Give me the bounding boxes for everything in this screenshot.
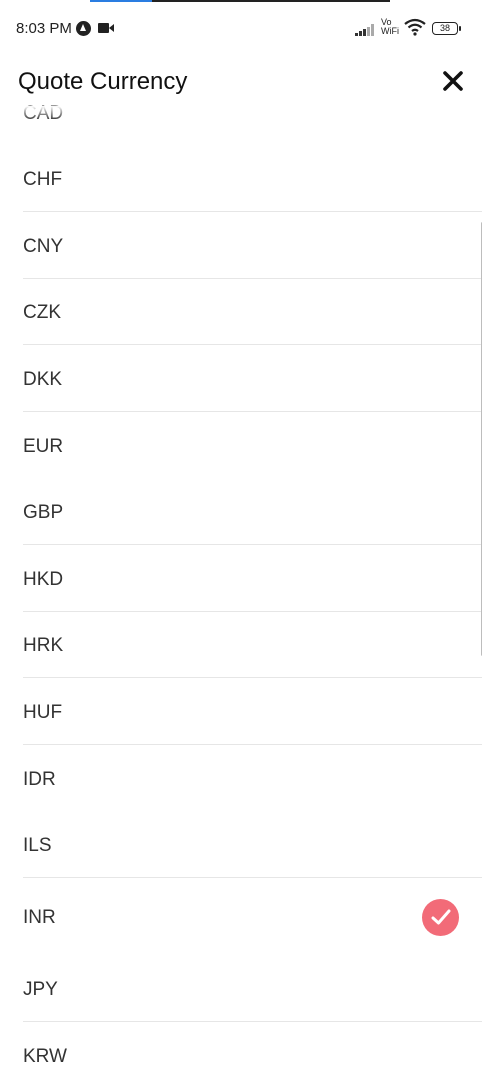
currency-item-inr[interactable]: INR — [0, 889, 482, 949]
currency-item-cny[interactable]: CNY — [0, 218, 482, 278]
currency-code: DKK — [23, 369, 63, 390]
currency-item-chf[interactable]: CHF — [0, 151, 482, 211]
battery-icon: 38 — [432, 22, 461, 35]
currency-list[interactable]: CAD CHF CNY CZK DKK EUR GBP HKD HRK HUF IDR ILS INR J… — [0, 96, 482, 1080]
close-icon[interactable] — [436, 64, 470, 98]
currency-code: IDR — [23, 769, 56, 790]
currency-item-idr[interactable]: IDR — [0, 751, 482, 811]
video-camera-icon — [98, 23, 114, 33]
currency-code: KRW — [23, 1046, 67, 1067]
currency-item-huf[interactable]: HUF — [0, 684, 482, 744]
currency-code: EUR — [23, 436, 64, 457]
list-divider — [23, 278, 482, 279]
wifi-icon — [404, 18, 426, 36]
list-top-fade — [0, 106, 482, 120]
currency-code: JPY — [23, 979, 58, 1000]
currency-item-krw[interactable]: KRW — [0, 1028, 482, 1080]
currency-item-jpy[interactable]: JPY — [0, 961, 482, 1021]
currency-code: CNY — [23, 236, 64, 257]
currency-code: GBP — [23, 502, 64, 523]
currency-item-dkk[interactable]: DKK — [0, 351, 482, 411]
currency-item-gbp[interactable]: GBP — [0, 484, 482, 544]
list-divider — [23, 211, 482, 212]
currency-code: CHF — [23, 169, 63, 190]
list-divider — [23, 744, 482, 745]
list-divider — [23, 877, 482, 878]
list-divider — [23, 411, 482, 412]
currency-item-hrk[interactable]: HRK — [0, 617, 482, 677]
currency-code: HRK — [23, 635, 64, 656]
currency-item-ils[interactable]: ILS — [0, 817, 482, 877]
currency-code: HKD — [23, 569, 64, 590]
list-divider — [23, 1021, 482, 1022]
currency-item-hkd[interactable]: HKD — [0, 551, 482, 611]
currency-code: ILS — [23, 835, 52, 856]
currency-item-cad[interactable]: CAD — [0, 96, 482, 145]
currency-code: INR — [23, 907, 56, 928]
signal-icon — [355, 24, 377, 36]
currency-code: CZK — [23, 302, 61, 323]
page-title: Quote Currency — [18, 68, 188, 95]
status-bar: 8:03 PM Vo WiFi 38 — [0, 0, 482, 58]
app-icon — [76, 21, 91, 36]
status-time: 8:03 PM — [16, 20, 72, 37]
currency-code: HUF — [23, 702, 63, 723]
list-divider — [23, 344, 482, 345]
list-divider — [23, 544, 482, 545]
selected-check-icon — [422, 899, 459, 936]
currency-item-czk[interactable]: CZK — [0, 284, 482, 344]
vowifi-label: Vo WiFi — [381, 17, 399, 36]
currency-item-eur[interactable]: EUR — [0, 418, 482, 478]
list-divider — [23, 611, 482, 612]
list-divider — [23, 677, 482, 678]
